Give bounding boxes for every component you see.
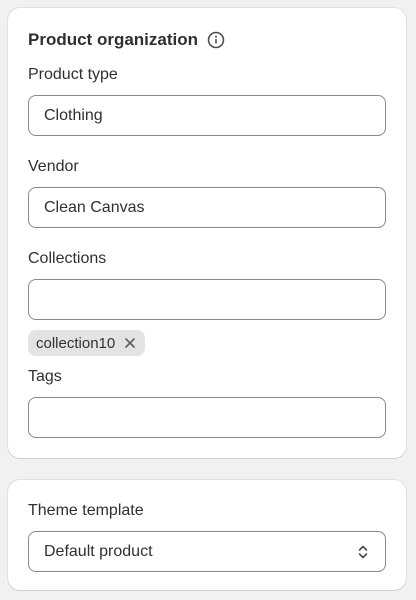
collection-chip-label: collection10 bbox=[36, 334, 116, 352]
theme-template-select[interactable]: Default product bbox=[28, 531, 386, 572]
theme-template-card: Theme template Default product bbox=[8, 480, 406, 590]
card-title: Product organization bbox=[28, 30, 225, 50]
tags-label: Tags bbox=[28, 368, 62, 385]
theme-template-value: Default product bbox=[44, 542, 153, 560]
tags-input[interactable] bbox=[28, 397, 386, 438]
collections-label: Collections bbox=[28, 250, 107, 267]
product-type-label: Product type bbox=[28, 66, 118, 83]
theme-template-label: Theme template bbox=[28, 502, 144, 519]
close-icon[interactable] bbox=[123, 336, 137, 350]
chevron-up-down-icon bbox=[356, 544, 370, 560]
collections-input[interactable] bbox=[28, 279, 386, 320]
vendor-input[interactable] bbox=[28, 187, 386, 228]
product-organization-title: Product organization bbox=[28, 30, 198, 49]
collection-chip: collection10 bbox=[28, 330, 146, 356]
vendor-label: Vendor bbox=[28, 158, 79, 175]
product-type-input[interactable] bbox=[28, 95, 386, 136]
info-icon[interactable] bbox=[207, 31, 225, 49]
product-organization-card: Product organization Product type Vendor… bbox=[8, 8, 406, 458]
